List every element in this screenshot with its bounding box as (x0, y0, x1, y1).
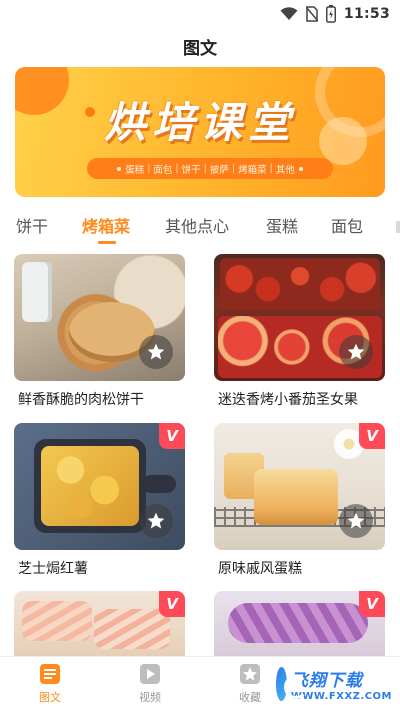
video-icon (139, 663, 161, 685)
banner-title: 烘培课堂 (103, 98, 296, 147)
vip-badge: V (159, 423, 185, 449)
favorite-button[interactable] (339, 335, 373, 369)
recipe-image[interactable]: V (214, 591, 385, 657)
recipe-image[interactable]: V (214, 423, 385, 550)
recipe-image[interactable] (14, 254, 185, 381)
vip-badge: V (359, 591, 385, 617)
recipe-title[interactable]: 鲜香酥脆的肉松饼干 (18, 389, 144, 409)
nav-item-article[interactable]: 图文 (20, 663, 80, 705)
watermark-logo-icon (276, 667, 308, 701)
nav-label: 图文 (39, 691, 61, 704)
star-icon (347, 512, 365, 529)
page-title: 图文 (183, 39, 217, 59)
recipe-image[interactable] (214, 254, 385, 381)
star-icon (347, 343, 365, 360)
tab-other-snacks[interactable]: 其他点心 (165, 213, 229, 237)
tab-oven-dish[interactable]: 烤箱菜 (82, 213, 130, 237)
banner-tag: 面包 (153, 164, 173, 176)
star-icon (239, 663, 261, 685)
recipe-title[interactable]: 原味戚风蛋糕 (218, 558, 302, 578)
nav-label: 视频 (139, 691, 161, 704)
star-icon (147, 343, 165, 360)
vip-badge: V (359, 423, 385, 449)
nav-label: 收藏 (239, 691, 261, 704)
banner-tag: 饼干 (181, 164, 201, 176)
tab-bread[interactable]: 面包 (331, 213, 363, 237)
wifi-icon (280, 7, 298, 20)
tab-overflow-edge (396, 221, 400, 233)
active-tab-indicator (98, 241, 116, 244)
banner-tag: 蛋糕 (125, 164, 145, 176)
site-watermark: 飞翔下载 WWW.FXXZ.COM (276, 664, 392, 704)
status-bar: 11:53 (0, 0, 400, 28)
recipe-image[interactable]: V (14, 591, 185, 657)
recipe-image[interactable]: V (14, 423, 185, 550)
recipe-title[interactable]: 迷迭香烤小番茄圣女果 (218, 389, 358, 409)
favorite-button[interactable] (139, 504, 173, 538)
tab-cake[interactable]: 蛋糕 (266, 213, 298, 237)
banner-tag: 披萨 (209, 164, 229, 176)
nav-item-favorites[interactable]: 收藏 (220, 663, 280, 705)
no-sim-icon (305, 6, 318, 22)
category-tabs: 饼干 烤箱菜 其他点心 蛋糕 面包 (0, 213, 400, 243)
vip-badge: V (159, 591, 185, 617)
article-icon (39, 663, 61, 685)
star-icon (147, 512, 165, 529)
tab-biscuit[interactable]: 饼干 (16, 213, 48, 237)
promo-banner[interactable]: 烘培课堂 蛋糕 | 面包 | 饼干 | 披萨 | 烤箱菜 | 其他 (15, 67, 385, 197)
banner-tag: 烤箱菜 (238, 164, 267, 176)
status-time: 11:53 (343, 6, 390, 22)
recipe-title[interactable]: 芝士焗红薯 (18, 558, 88, 578)
banner-tag-list: 蛋糕 | 面包 | 饼干 | 披萨 | 烤箱菜 | 其他 (87, 158, 333, 179)
nav-item-video[interactable]: 视频 (120, 663, 180, 705)
banner-tag: 其他 (275, 164, 295, 176)
favorite-button[interactable] (139, 335, 173, 369)
battery-icon (325, 5, 336, 23)
favorite-button[interactable] (339, 504, 373, 538)
